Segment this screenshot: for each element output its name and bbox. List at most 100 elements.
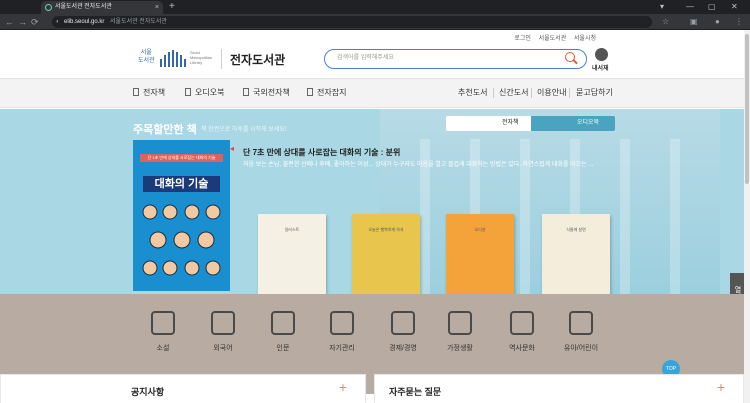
logo-text[interactable]: 서울 도서관 (138, 49, 155, 65)
category-label: 역사문화 (509, 345, 535, 352)
notice-more-icon[interactable]: + (339, 379, 347, 395)
faq-title: 자주묻는 질문 (389, 387, 442, 397)
tab-search-icon[interactable]: ▾ (660, 0, 664, 13)
emagazine-icon (307, 88, 313, 96)
nav-emagazine-label: 전자잡지 (317, 88, 347, 97)
toggle-audiobook[interactable]: 오디오북 (531, 116, 615, 131)
nav-recommended[interactable]: 추천도서 (458, 79, 487, 107)
scrollbar-thumb[interactable] (745, 34, 749, 184)
building-column (620, 139, 630, 294)
featured-book-description: 처음 보는 손님, 불편한 선배나 후배, 좋아하는 이성... 상대가 누구라… (243, 162, 594, 168)
nav-emagazine[interactable]: 전자잡지 (307, 79, 346, 107)
login-link[interactable]: 로그인 (514, 36, 531, 42)
seoul-cityhall-link[interactable]: 서울시청 (574, 36, 596, 42)
building-column (670, 139, 680, 294)
category-self-management[interactable]: 자기관리 (314, 311, 370, 353)
globe-icon (211, 311, 235, 335)
category-label: 가정생활 (447, 345, 473, 352)
faq-panel: 자주묻는 질문 + (374, 374, 744, 403)
search-input[interactable]: 검색어를 입력해주세요 (324, 49, 587, 69)
faq-more-icon[interactable]: + (717, 379, 725, 395)
foreign-ebook-icon (243, 88, 249, 96)
media-type-toggle: 전자책 오디오북 (446, 116, 615, 131)
back-icon[interactable]: ← (5, 15, 14, 29)
featured-book-cover[interactable]: 단 1초 만에 상대를 사로잡는 대화의 기술 대화의 기술 (133, 140, 230, 291)
home-heart-icon (448, 311, 472, 335)
user-icon[interactable] (595, 48, 608, 61)
category-economy[interactable]: 경제/경영 (375, 311, 431, 353)
cover-illustration (142, 204, 221, 276)
featured-books-section: 주목할만한 책 책 한권으로 하루를 시작해 보세요! 전자책 오디오북 단 1… (0, 109, 744, 318)
maximize-icon[interactable]: ▢ (708, 0, 716, 13)
cover-band: 단 1초 만에 상대를 사로잡는 대화의 기술 (140, 154, 223, 162)
site-info-icon[interactable]: ◐ (56, 16, 60, 28)
nav-divider (493, 88, 494, 98)
category-kids[interactable]: 유아/어린이 (553, 311, 609, 353)
page: 로그인 서울도서관 서울시청 서울 도서관 Seoul Metropolitan… (0, 30, 744, 403)
nav-qna[interactable]: 묻고답하기 (576, 79, 613, 107)
logo-line2: 도서관 (138, 58, 155, 64)
site-title[interactable]: 전자도서관 (230, 51, 285, 68)
logo-english: Seoul Metropolitan Library (190, 50, 212, 65)
nav-ebook[interactable]: 전자책 (133, 79, 165, 107)
forward-icon[interactable]: → (18, 15, 27, 29)
notice-title: 공지사항 (131, 387, 165, 397)
clock-icon (330, 311, 354, 335)
my-library-link[interactable]: 내서재 (592, 63, 609, 72)
nav-divider (531, 88, 532, 98)
url-page-title: 서울도서관 전자도서관 (110, 19, 167, 25)
category-humanities[interactable]: 인문 (255, 311, 311, 353)
cover-title: 대화의 기술 (143, 176, 220, 192)
address-input[interactable]: ◐ elib.seoul.go.kr 서울도서관 전자도서관 (52, 16, 652, 28)
category-history-culture[interactable]: 역사문화 (494, 311, 550, 353)
nav-new-books[interactable]: 신간도서 (499, 79, 528, 107)
category-label: 외국어 (213, 345, 233, 352)
nav-foreign-ebook[interactable]: 국외전자책 (243, 79, 290, 107)
book-title: 일러스트 (284, 227, 300, 232)
section-title: 주목할만한 책 (133, 124, 197, 136)
extensions-icon[interactable]: ▣ (690, 15, 698, 29)
category-novel[interactable]: 소설 (135, 311, 191, 353)
featured-pointer: ◂ (230, 144, 235, 153)
category-label: 경제/경영 (389, 345, 417, 352)
ebook-icon (133, 88, 139, 96)
browser-tabbar: 서울도서관 전자도서관 × + ▾ — ▢ ✕ (0, 0, 750, 14)
browser-tab[interactable]: 서울도서관 전자도서관 × (41, 1, 163, 14)
children-icon (569, 311, 593, 335)
reload-icon[interactable]: ⟳ (31, 15, 39, 29)
category-home-life[interactable]: 가정생활 (432, 311, 488, 353)
audiobook-icon (185, 88, 191, 96)
logo-en-line3: Library (190, 60, 203, 65)
search-icon[interactable] (565, 52, 575, 62)
minimize-icon[interactable]: — (686, 0, 694, 13)
nav-audiobook-label: 오디오북 (195, 88, 225, 97)
nav-divider (569, 88, 570, 98)
category-label: 유아/어린이 (563, 345, 599, 352)
nav-foreign-ebook-label: 국외전자책 (253, 88, 290, 97)
new-tab-button[interactable]: + (169, 0, 175, 13)
category-label: 소설 (156, 345, 170, 352)
hourglass-icon (510, 311, 534, 335)
close-window-icon[interactable]: ✕ (731, 0, 738, 13)
toggle-ebook[interactable]: 전자책 (446, 116, 531, 131)
category-foreign-language[interactable]: 외국어 (195, 311, 251, 353)
tab-close-icon[interactable]: × (155, 1, 159, 14)
bar-chart-icon (391, 311, 415, 335)
logo-line1: 서울 (140, 50, 152, 56)
browser-menu-icon[interactable]: ⋮ (735, 15, 743, 29)
nav-ebook-label: 전자책 (143, 88, 166, 97)
nav-guide[interactable]: 이용안내 (537, 79, 566, 107)
seoul-library-link[interactable]: 서울도서관 (539, 36, 567, 42)
nav-audiobook[interactable]: 오디오북 (185, 79, 224, 107)
url-host: elib.seoul.go.kr (64, 19, 105, 25)
book-title: 식물에 살면 (566, 227, 586, 232)
book-title: 오늘은 행복하게 하자 (368, 227, 404, 232)
bookmark-star-icon[interactable]: ☆ (662, 15, 669, 29)
category-label: 자기관리 (329, 345, 355, 352)
category-label: 인문 (276, 345, 290, 352)
notice-panel: 공지사항 + (0, 374, 366, 403)
logo-divider (221, 49, 222, 69)
profile-icon[interactable]: ● (715, 15, 720, 29)
people-icon (271, 311, 295, 335)
featured-book-title[interactable]: 단 7초 만에 상대를 사로잡는 대화의 기술 : 분위 (243, 147, 400, 158)
